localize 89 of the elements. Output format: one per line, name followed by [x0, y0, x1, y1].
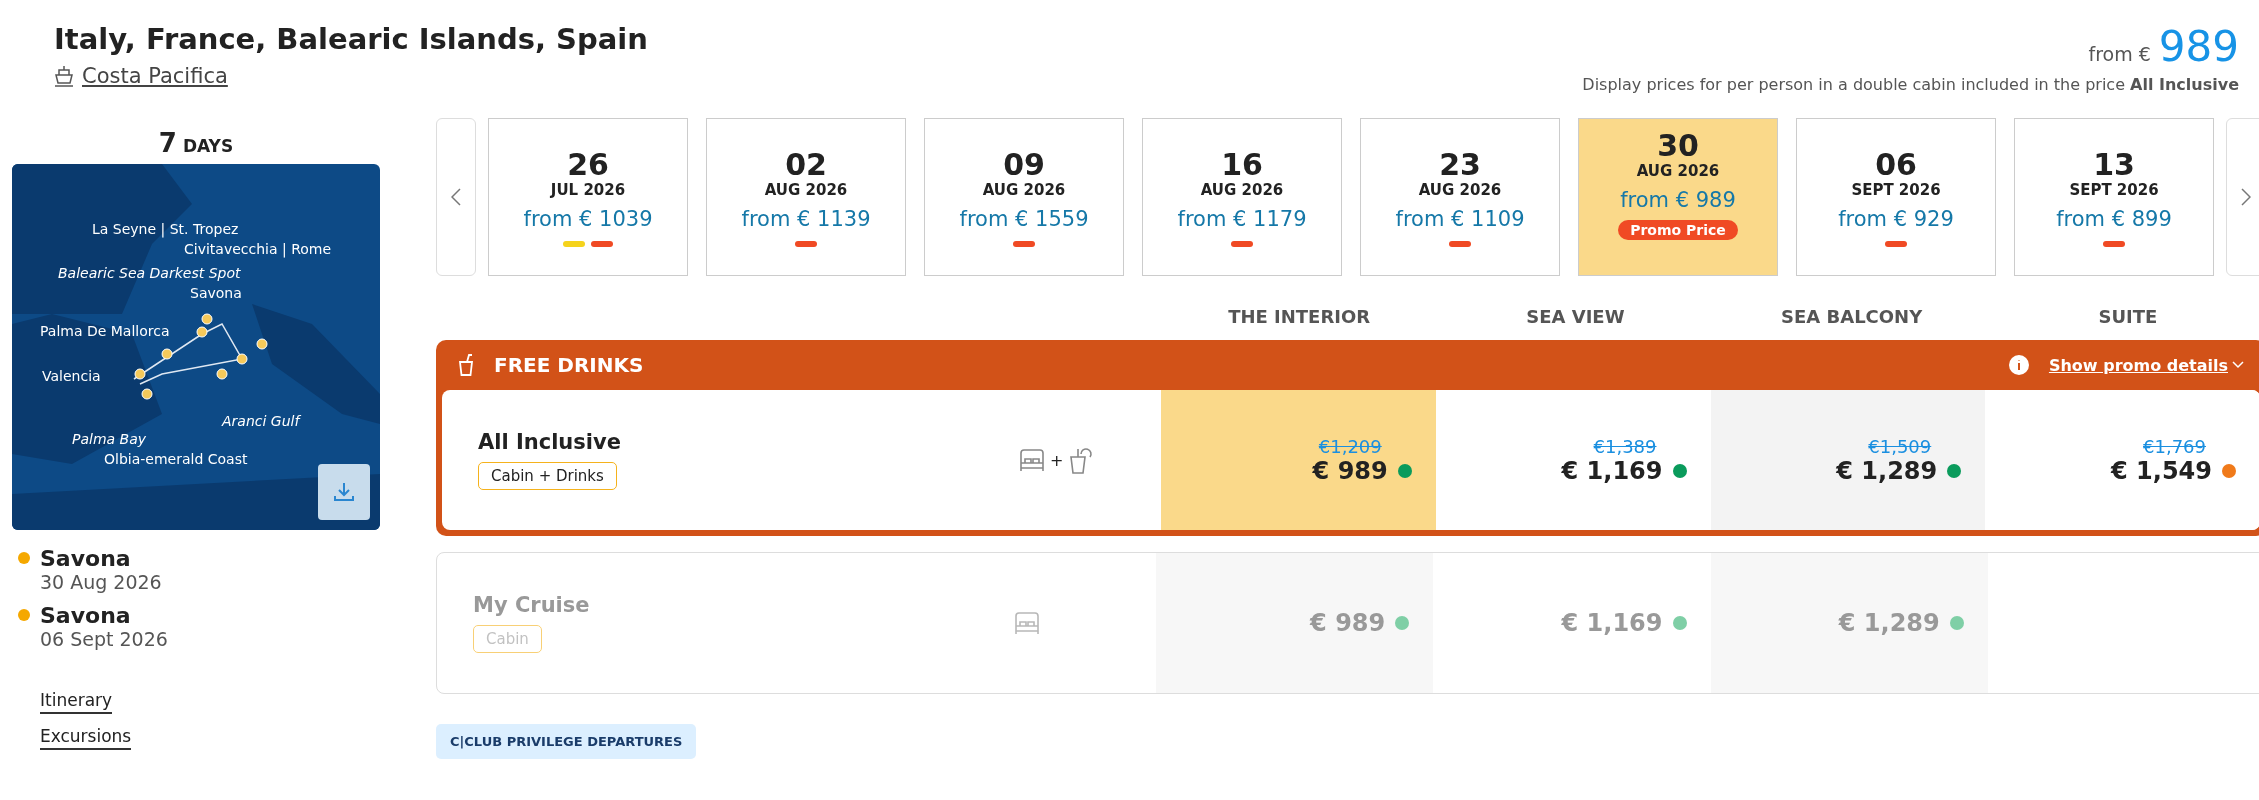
fare-price[interactable]: € 989: [1312, 456, 1388, 485]
original-price: €1,509: [1868, 435, 1932, 457]
port-dot: [18, 552, 30, 564]
duration: 7 DAYS: [157, 128, 235, 158]
departure-month: SEPT 2026: [2069, 180, 2159, 199]
cabin-column-header: SUITE: [2098, 306, 2158, 329]
map-label: Civitavecchia | Rome: [184, 242, 332, 258]
map-label: Aranci Gulf: [222, 414, 300, 430]
chevron-right-icon: [2241, 188, 2251, 206]
fare-price[interactable]: € 1,549: [2111, 456, 2212, 485]
bed-icon: [1013, 610, 1041, 636]
departure-day: 09: [1003, 147, 1045, 181]
lowest-price: 989: [2158, 22, 2239, 71]
section-link[interactable]: Excursions: [40, 726, 132, 750]
chevron-down-icon: [2232, 361, 2244, 369]
bed-icon: [1018, 447, 1046, 473]
fare-price[interactable]: € 1,169: [1561, 456, 1663, 485]
departure-price: from € 989: [1620, 188, 1736, 212]
departure-card[interactable]: 23 AUG 2026 from € 1109: [1360, 118, 1560, 276]
cruise-title: Italy, France, Balearic Islands, Spain: [54, 22, 648, 56]
departure-month: AUG 2026: [1418, 180, 1502, 199]
map-label: La Seyne | St. Tropez: [92, 222, 239, 238]
departure-day: 23: [1439, 147, 1481, 181]
original-price: €1,389: [1593, 435, 1657, 457]
map-label: Palma De Mallorca: [40, 324, 170, 340]
section-link[interactable]: Itinerary: [40, 690, 113, 714]
departure-day: 06: [1875, 147, 1917, 181]
fare-name: My Cruise: [473, 593, 590, 617]
departure-price: from € 1139: [741, 206, 871, 231]
departure-day: 13: [2093, 147, 2135, 181]
from-label: from €: [2088, 43, 2151, 65]
cup-icon: [458, 354, 474, 376]
departure-card[interactable]: 13 SEPT 2026 from € 899: [2014, 118, 2214, 276]
departure-month: AUG 2026: [982, 180, 1066, 199]
fare-tag: Cabin: [473, 625, 542, 653]
next-button[interactable]: [2226, 118, 2259, 276]
map-label: Savona: [190, 286, 242, 302]
departure-day: 26: [567, 147, 609, 181]
departure-price: from € 1109: [1395, 206, 1525, 231]
map-label: Palma Bay: [72, 432, 147, 448]
promo-badge: Promo Price: [1618, 220, 1738, 240]
departure-card[interactable]: 06 SEPT 2026 from € 929: [1796, 118, 1996, 276]
chevron-left-icon: [451, 188, 461, 206]
departure-card[interactable]: 16 AUG 2026 from € 1179: [1142, 118, 1342, 276]
port-dot: [18, 609, 30, 621]
departure-month: AUG 2026: [1200, 180, 1284, 199]
departure-price: from € 899: [2056, 206, 2172, 231]
port-date: 30 Aug 2026: [40, 571, 162, 593]
departure-card[interactable]: 30 AUG 2026 from € 989 Promo Price: [1578, 118, 1778, 276]
departure-price: from € 1559: [959, 206, 1089, 231]
original-price: €1,769: [2143, 435, 2206, 457]
departure-price: from € 1179: [1177, 206, 1307, 231]
download-button[interactable]: [318, 464, 370, 520]
departure-month: AUG 2026: [764, 180, 848, 199]
fare-name: All Inclusive: [478, 430, 621, 454]
download-icon: [333, 481, 355, 503]
departure-price: from € 1039: [523, 206, 653, 231]
ship-link[interactable]: Costa Pacifica: [54, 64, 648, 88]
promo-details-link[interactable]: Show promo details: [2048, 355, 2244, 375]
departure-day: 16: [1221, 147, 1263, 181]
cabin-column-header: THE INTERIOR: [1228, 306, 1371, 329]
departure-price: from € 929: [1838, 206, 1954, 231]
cabin-column-header: SEA BALCONY: [1781, 306, 1923, 329]
promo-title: FREE DRINKS: [494, 353, 645, 377]
departure-day: 30: [1657, 129, 1699, 162]
price-note: Display prices for per person in a double cabin included in the price All Inclusive: [1582, 75, 2239, 94]
port-name: Savona: [40, 603, 132, 628]
info-icon: [2008, 355, 2029, 375]
map-label: Olbia-emerald Coast: [104, 452, 248, 468]
departure-card[interactable]: 26 JUL 2026 from € 1039: [488, 118, 688, 276]
map-label: Balearic Sea Darkest Spot: [58, 266, 241, 282]
departure-day: 02: [785, 147, 827, 181]
cabin-column-header: SEA VIEW: [1526, 306, 1625, 329]
departure-month: JUL 2026: [550, 180, 626, 199]
departure-card[interactable]: 09 AUG 2026 from € 1559: [924, 118, 1124, 276]
plus-sign: +: [1050, 450, 1064, 470]
original-price: €1,209: [1318, 435, 1382, 457]
previous-button[interactable]: [436, 118, 476, 276]
fare-price[interactable]: € 1,289: [1836, 456, 1938, 485]
departure-month: SEPT 2026: [1851, 180, 1941, 199]
port-date: 06 Sept 2026: [40, 628, 168, 650]
departure-card[interactable]: 02 AUG 2026 from € 1139: [706, 118, 906, 276]
ship-icon: [54, 65, 74, 87]
departure-month: AUG 2026: [1636, 162, 1720, 180]
club-badge: C|CLUB PRIVILEGE DEPARTURES: [436, 724, 697, 759]
port-name: Savona: [40, 546, 132, 571]
fare-row[interactable]: All Inclusive Cabin + Drinks + €1,209 € 989 €1,389 € 1,169 €1,509 € 1,289 €1,769 € 1,549: [442, 390, 2259, 530]
map-label: Valencia: [42, 369, 101, 385]
fare-tag: Cabin + Drinks: [478, 462, 617, 490]
